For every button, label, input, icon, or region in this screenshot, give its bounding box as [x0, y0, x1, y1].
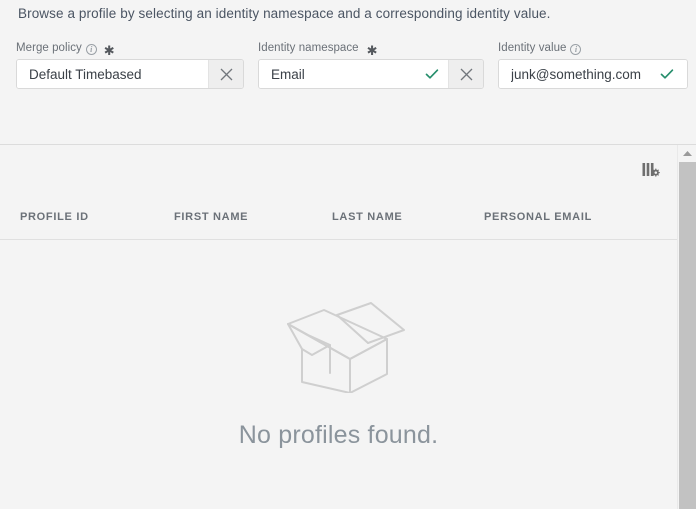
required-asterisk: ✱: [366, 42, 378, 58]
field-label-merge-policy: Merge policy i ✱: [16, 40, 244, 58]
merge-policy-input[interactable]: Default Timebased: [17, 60, 208, 88]
column-header-personal-email[interactable]: PERSONAL EMAIL: [484, 211, 592, 223]
info-icon[interactable]: i: [85, 43, 97, 55]
close-icon: [460, 68, 472, 80]
vertical-scrollbar[interactable]: [677, 145, 696, 509]
valid-check-icon: [660, 69, 674, 79]
scrollbar-up-button[interactable]: [678, 145, 696, 162]
page-description: Browse a profile by selecting an identit…: [18, 6, 551, 21]
identity-namespace-value: Email: [271, 66, 305, 82]
field-label-text: Identity value: [498, 42, 567, 54]
empty-box-icon: [286, 302, 405, 393]
empty-state: No profiles found.: [0, 240, 677, 509]
profiles-table-header-row: PROFILE ID FIRST NAME LAST NAME PERSONAL…: [0, 211, 677, 239]
column-settings-icon: [642, 163, 660, 177]
identity-namespace-input[interactable]: Email: [259, 60, 448, 88]
identity-value-control: junk@something.com: [498, 59, 688, 89]
merge-policy-control: Default Timebased: [16, 59, 244, 89]
valid-check-icon: [425, 69, 439, 79]
merge-policy-value: Default Timebased: [29, 66, 142, 82]
profiles-table-panel: PROFILE ID FIRST NAME LAST NAME PERSONAL…: [0, 145, 677, 509]
field-merge-policy: Merge policy i ✱ Default Timebased: [16, 40, 244, 89]
column-settings-button[interactable]: [637, 158, 665, 184]
identity-value-value: junk@something.com: [511, 66, 642, 82]
identity-namespace-clear-button[interactable]: [448, 60, 483, 88]
merge-policy-clear-button[interactable]: [208, 60, 243, 88]
info-icon[interactable]: i: [570, 43, 582, 55]
field-label-text: Identity namespace: [258, 42, 359, 54]
required-asterisk: ✱: [103, 42, 115, 58]
identity-namespace-control: Email: [258, 59, 484, 89]
column-header-last-name[interactable]: LAST NAME: [332, 211, 402, 223]
field-label-identity-value: Identity value i: [498, 40, 688, 56]
close-icon: [220, 68, 232, 80]
field-label-text: Merge policy: [16, 42, 82, 54]
column-header-first-name[interactable]: FIRST NAME: [174, 211, 248, 223]
chevron-up-icon: [682, 151, 692, 156]
identity-value-input[interactable]: junk@something.com: [499, 60, 687, 88]
field-label-identity-namespace: Identity namespace ✱: [258, 40, 484, 58]
field-identity-value: Identity value i junk@something.com: [498, 40, 688, 89]
profile-browser-screen: Browse a profile by selecting an identit…: [0, 0, 696, 509]
field-identity-namespace: Identity namespace ✱ Email: [258, 40, 484, 89]
column-header-profile-id[interactable]: PROFILE ID: [20, 211, 89, 223]
empty-state-message: No profiles found.: [238, 421, 439, 449]
scrollbar-thumb[interactable]: [679, 162, 696, 509]
identity-search-form: Merge policy i ✱ Default Timebased Ident…: [0, 40, 696, 100]
